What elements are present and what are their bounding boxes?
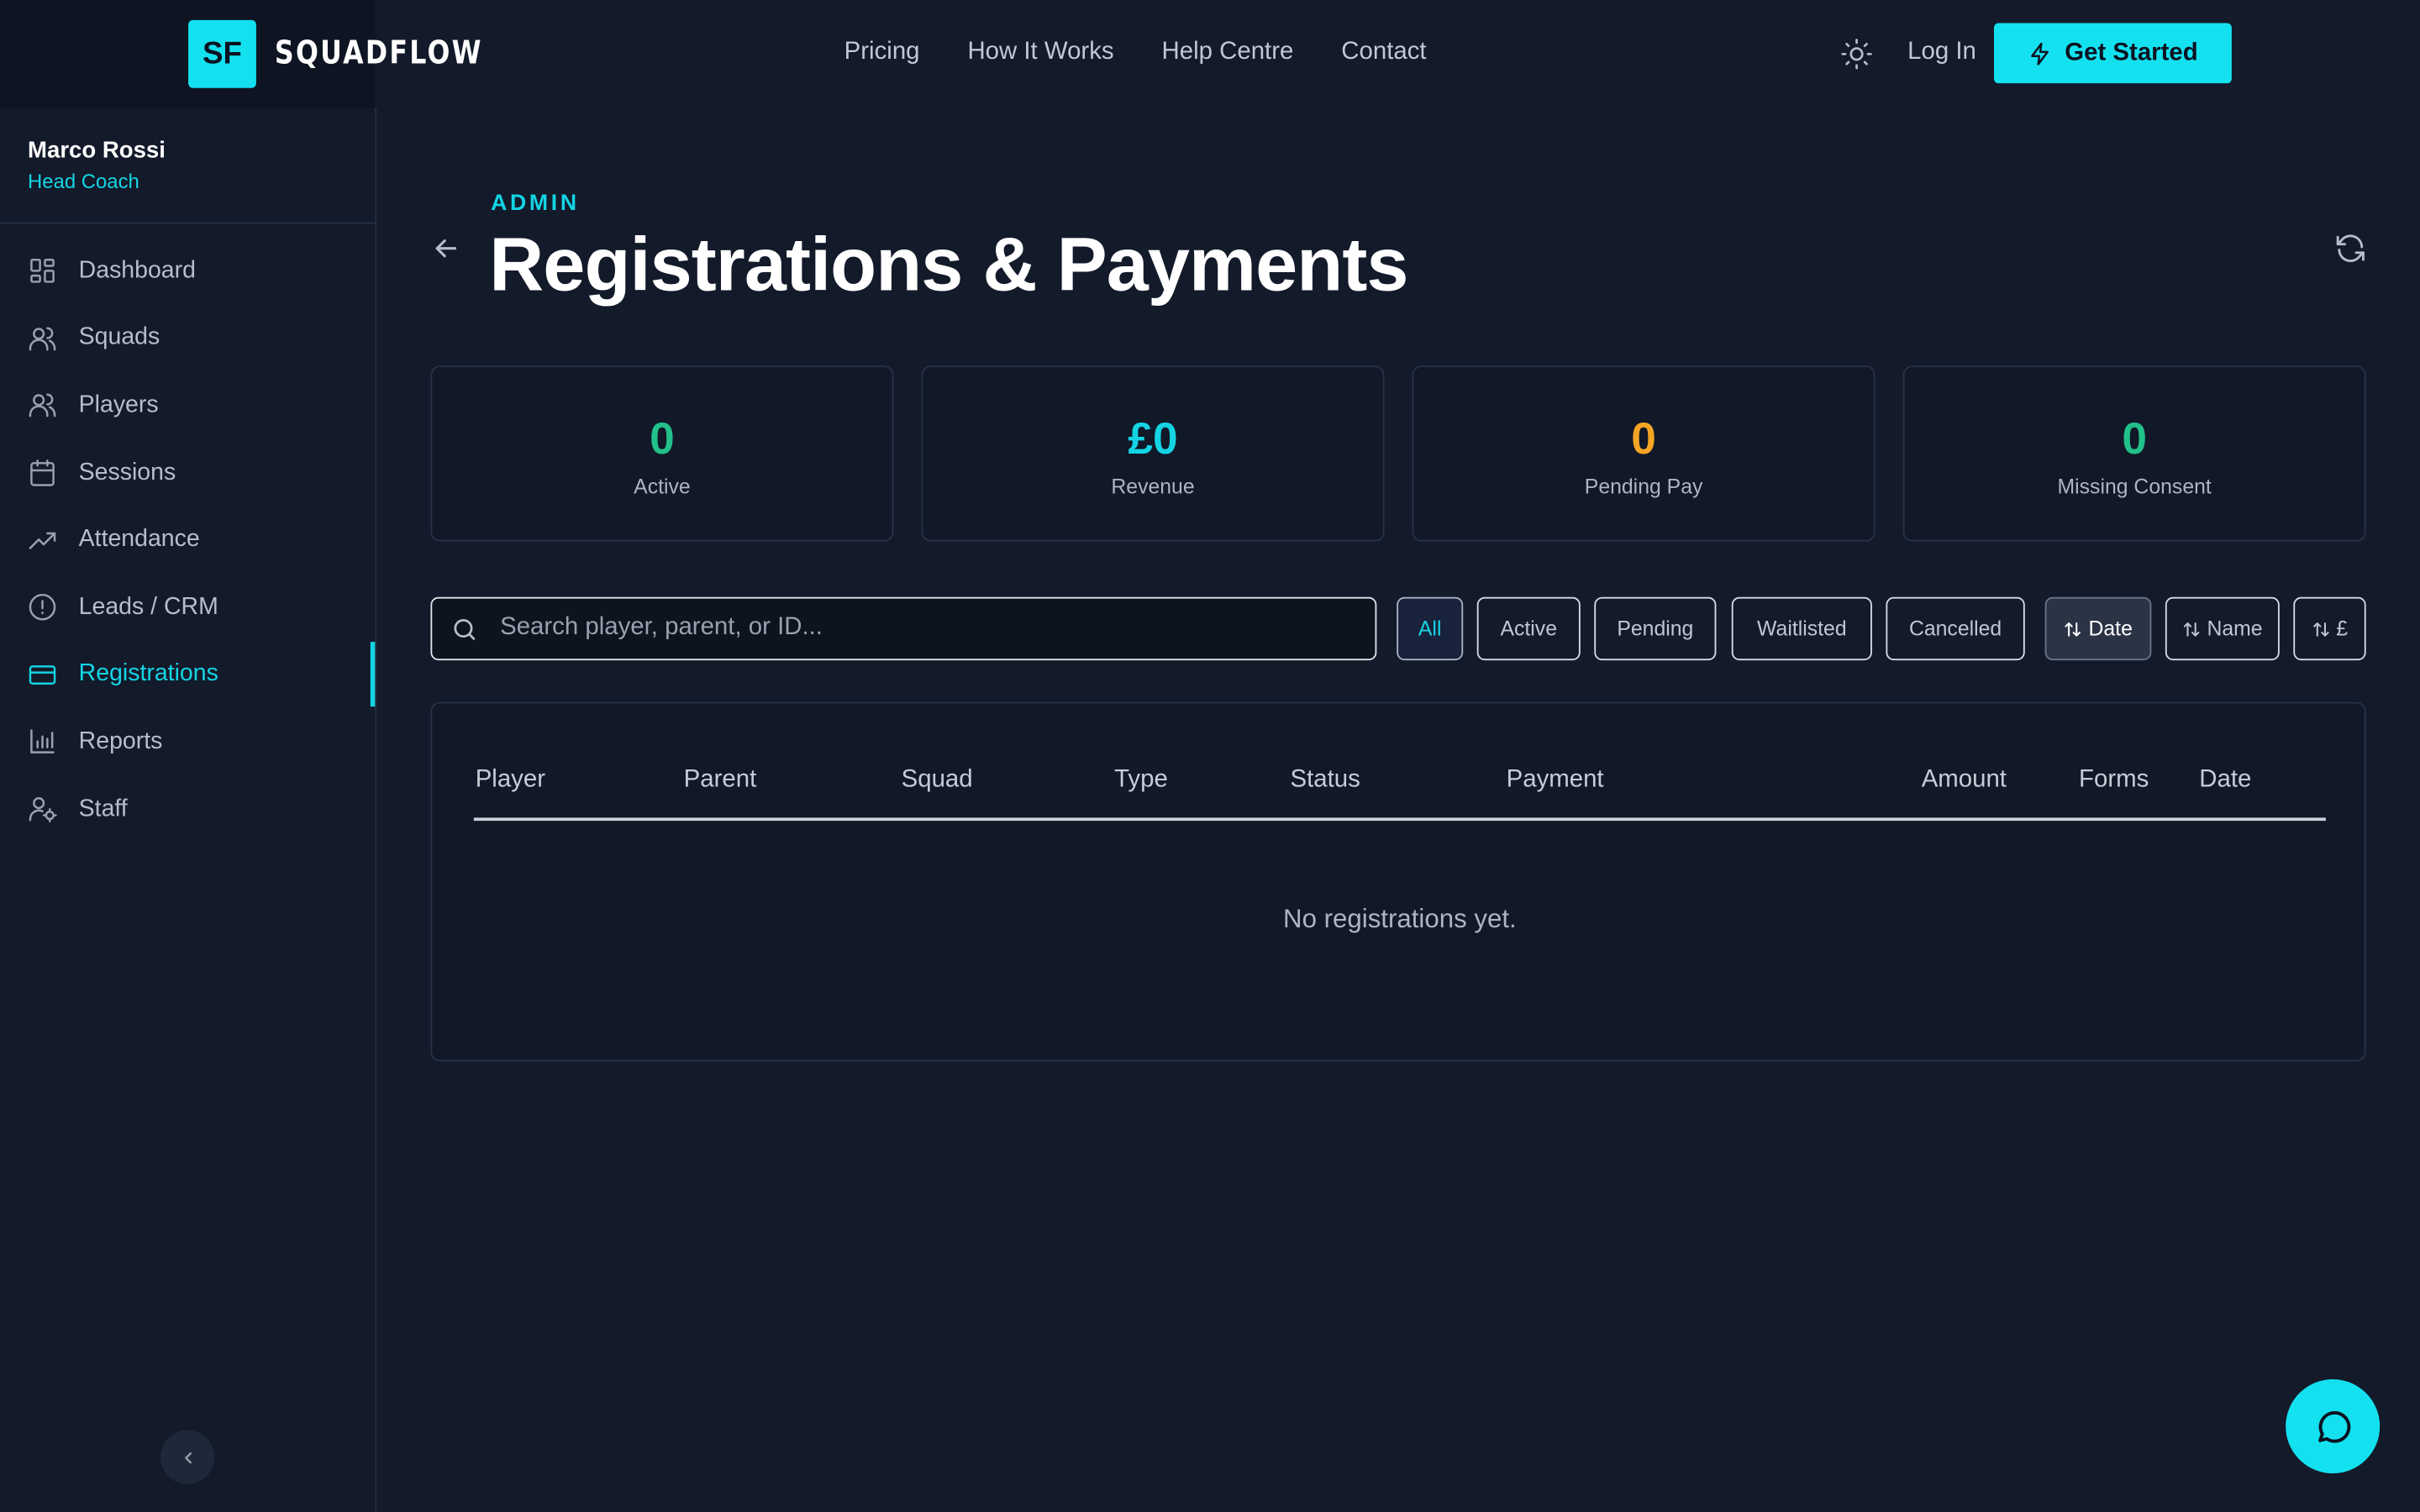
arrow-left-icon[interactable] <box>430 233 461 264</box>
get-started-label: Get Started <box>2065 39 2198 66</box>
sidebar-item-label: Dashboard <box>78 257 196 284</box>
stat-value: £0 <box>1128 415 1178 465</box>
column-header-parent[interactable]: Parent <box>684 767 757 795</box>
sort-arrows-icon <box>2065 622 2081 636</box>
sidebar-item-label: Players <box>78 391 159 418</box>
empty-state-message: No registrations yet. <box>1283 904 1517 934</box>
sidebar-item-dashboard[interactable]: Dashboard <box>0 238 375 305</box>
stat-value: 0 <box>2122 415 2147 465</box>
search-input[interactable] <box>500 598 1365 658</box>
sidebar-item-reports[interactable]: Reports <box>0 708 375 775</box>
sidebar-divider <box>0 222 376 224</box>
column-header-squad[interactable]: Squad <box>902 767 973 795</box>
column-header-payment[interactable]: Payment <box>1507 767 1604 795</box>
sidebar-item-label: Attendance <box>78 526 200 553</box>
bolt-icon <box>2030 41 2049 65</box>
column-header-status[interactable]: Status <box>1290 767 1360 795</box>
sidebar-item-sessions[interactable]: Sessions <box>0 439 375 507</box>
filter-waitlisted[interactable]: Waitlisted <box>1731 596 1872 661</box>
users-icon <box>29 394 56 418</box>
sidebar-item-attendance[interactable]: Attendance <box>0 507 375 574</box>
sidebar-item-squads[interactable]: Squads <box>0 305 375 372</box>
sort-date-button[interactable]: Date <box>2044 596 2152 661</box>
nav-help-centre[interactable]: Help Centre <box>1162 39 1294 66</box>
sort-amount-button[interactable]: £ <box>2293 596 2366 661</box>
alert-circle-icon <box>29 594 56 622</box>
stat-label: Revenue <box>1111 475 1195 499</box>
calendar-icon <box>30 459 55 486</box>
sidebar-nav: Dashboard Squads Players Sessions Attend… <box>0 238 376 843</box>
search-icon <box>454 618 476 640</box>
filter-all[interactable]: All <box>1397 596 1464 661</box>
sort-name-button[interactable]: Name <box>2165 596 2280 661</box>
sort-label: Date <box>2088 617 2133 641</box>
top-header: SF SQUADFLOW Pricing How It Works Help C… <box>0 0 2420 108</box>
sidebar-item-staff[interactable]: Staff <box>0 775 375 843</box>
get-started-button[interactable]: Get Started <box>1994 23 2232 84</box>
stat-value: 0 <box>1631 415 1656 465</box>
bar-chart-icon <box>30 730 55 754</box>
sort-label: £ <box>2336 617 2349 641</box>
main-nav: Pricing How It Works Help Centre Contact <box>844 39 1427 66</box>
sidebar-item-label: Registrations <box>78 660 218 687</box>
search-box <box>430 596 1377 661</box>
stat-label: Active <box>634 475 691 499</box>
dashboard-icon <box>30 259 55 284</box>
sidebar-item-players[interactable]: Players <box>0 372 375 439</box>
trending-up-icon <box>29 532 56 549</box>
column-header-type[interactable]: Type <box>1114 767 1168 795</box>
login-link[interactable]: Log In <box>1907 39 1976 66</box>
table-header-divider <box>473 817 2326 821</box>
filter-cancelled[interactable]: Cancelled <box>1886 596 2025 661</box>
sun-icon[interactable] <box>1839 37 1873 71</box>
sidebar-item-label: Squads <box>78 324 160 351</box>
credit-card-icon <box>29 664 56 685</box>
user-name: Marco Rossi <box>28 137 166 164</box>
stat-card-revenue: £0 Revenue <box>921 365 1385 542</box>
registrations-table: Player Parent Squad Type Status Payment … <box>430 701 2366 1062</box>
page-title: Registrations & Payments <box>489 223 1408 307</box>
sidebar-item-label: Sessions <box>78 459 176 486</box>
collapse-sidebar-button[interactable] <box>160 1430 215 1484</box>
sidebar-item-label: Staff <box>78 795 128 822</box>
sort-arrows-icon <box>2183 622 2200 636</box>
filter-pending[interactable]: Pending <box>1594 596 1717 661</box>
stat-card-active: 0 Active <box>430 365 894 542</box>
sidebar-item-registrations[interactable]: Registrations <box>0 641 376 708</box>
filter-active[interactable]: Active <box>1476 596 1581 661</box>
stat-card-pending-pay: 0 Pending Pay <box>1412 365 1876 542</box>
sidebar-item-leads-crm[interactable]: Leads / CRM <box>0 574 375 641</box>
sidebar: Marco Rossi Head Coach Dashboard Squads … <box>0 108 377 1512</box>
chat-bubble-icon <box>2317 1410 2350 1442</box>
refresh-icon[interactable] <box>2333 232 2367 265</box>
brand-name[interactable]: SQUADFLOW <box>275 34 483 71</box>
sort-label: Name <box>2207 617 2263 641</box>
user-cog-icon <box>29 797 57 823</box>
user-profile: Marco Rossi Head Coach <box>28 137 166 192</box>
column-header-amount[interactable]: Amount <box>1922 767 2007 795</box>
sidebar-item-label: Leads / CRM <box>78 593 218 620</box>
stat-value: 0 <box>650 415 675 465</box>
stat-card-missing-consent: 0 Missing Consent <box>1902 365 2366 542</box>
column-header-player[interactable]: Player <box>476 767 545 795</box>
sort-arrows-icon <box>2312 622 2329 636</box>
chevron-left-icon <box>184 1452 192 1463</box>
nav-contact[interactable]: Contact <box>1341 39 1426 66</box>
column-header-forms[interactable]: Forms <box>2079 767 2149 795</box>
nav-how-it-works[interactable]: How It Works <box>967 39 1113 66</box>
chat-button[interactable] <box>2286 1379 2381 1474</box>
nav-pricing[interactable]: Pricing <box>844 39 920 66</box>
sidebar-item-label: Reports <box>78 727 163 755</box>
page-eyebrow: ADMIN <box>491 191 580 217</box>
user-role: Head Coach <box>28 170 139 193</box>
stat-label: Missing Consent <box>2057 475 2212 499</box>
stat-label: Pending Pay <box>1584 475 1703 499</box>
logo[interactable]: SF <box>188 19 256 88</box>
users-icon <box>29 327 56 351</box>
column-header-date[interactable]: Date <box>2199 767 2251 795</box>
